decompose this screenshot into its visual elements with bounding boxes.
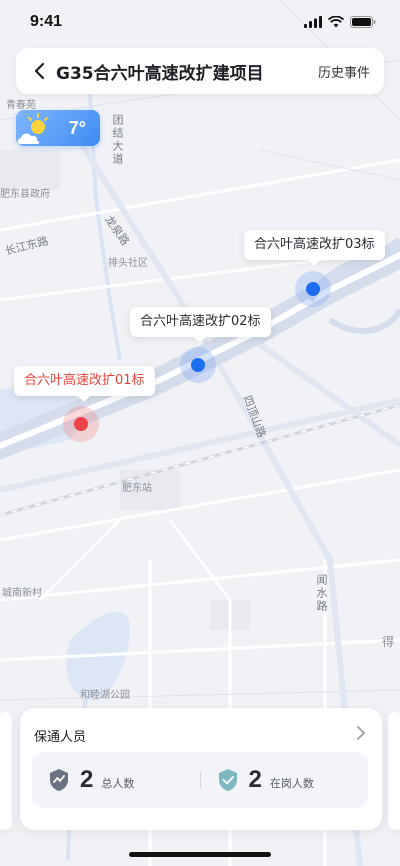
check-shield-icon [218, 769, 237, 791]
status-time: 9:41 [30, 13, 63, 30]
status-icons [304, 16, 376, 28]
prev-card-peek[interactable] [0, 712, 12, 830]
stat-total-label: 总人数 [101, 777, 135, 790]
stat-on-duty-label: 在岗人数 [269, 777, 314, 790]
marker-03[interactable] [295, 271, 331, 307]
map-label-feidong-gov: 肥东县政府 [0, 189, 50, 200]
stat-on-duty-value: 2 [248, 766, 262, 793]
back-button[interactable] [28, 60, 50, 82]
marker-label-02[interactable]: 合六叶高速改扩02标 [130, 307, 271, 343]
partly-cloudy-icon [17, 113, 48, 144]
marker-02[interactable] [180, 347, 216, 383]
battery-icon [350, 16, 376, 28]
marker-01[interactable] [63, 406, 99, 442]
signal-icon [304, 16, 322, 28]
stat-total-value: 2 [80, 766, 94, 793]
wifi-icon [328, 16, 344, 28]
status-bar: 9:41 [0, 0, 400, 44]
map-label-feidong-station: 肥东站 [122, 483, 152, 494]
weather-temperature: 7° [68, 118, 86, 138]
chevron-right-icon[interactable] [352, 724, 370, 742]
personnel-stats: 2 总人数 2 在岗人数 [32, 752, 368, 808]
header-card: G35合六叶高速改扩建项目 历史事件 [16, 48, 384, 94]
weather-widget[interactable]: 7° [16, 110, 100, 146]
map-label-wenshui-road: 闻水路 [315, 574, 328, 613]
map-label-de: 得 [382, 635, 395, 649]
marker-label-03[interactable]: 合六叶高速改扩03标 [244, 230, 385, 266]
personnel-card[interactable]: 保通人员 2 总人数 2 在岗人数 [20, 708, 382, 830]
chevron-left-icon [34, 62, 45, 80]
page-title: G35合六叶高速改扩建项目 [56, 63, 264, 84]
map-label-tuanjie-road: 团结大道 [111, 114, 124, 166]
trend-shield-icon [50, 769, 68, 791]
map-label-chengnan: 城南新村 [2, 588, 42, 599]
home-indicator [129, 852, 271, 857]
marker-02-dot [191, 358, 205, 372]
personnel-card-title: 保通人员 [34, 730, 87, 745]
marker-label-01[interactable]: 合六叶高速改扩01标 [14, 366, 155, 402]
map-label-hehu-park: 和睦湖公园 [80, 690, 130, 701]
stat-total: 2 总人数 [32, 766, 200, 794]
marker-01-dot [74, 417, 88, 431]
map-label-paitou: 排头社区 [108, 258, 148, 269]
marker-03-dot [306, 282, 320, 296]
next-card-peek[interactable] [388, 712, 400, 830]
stat-on-duty: 2 在岗人数 [201, 766, 369, 794]
history-events-button[interactable]: 历史事件 [318, 62, 370, 81]
